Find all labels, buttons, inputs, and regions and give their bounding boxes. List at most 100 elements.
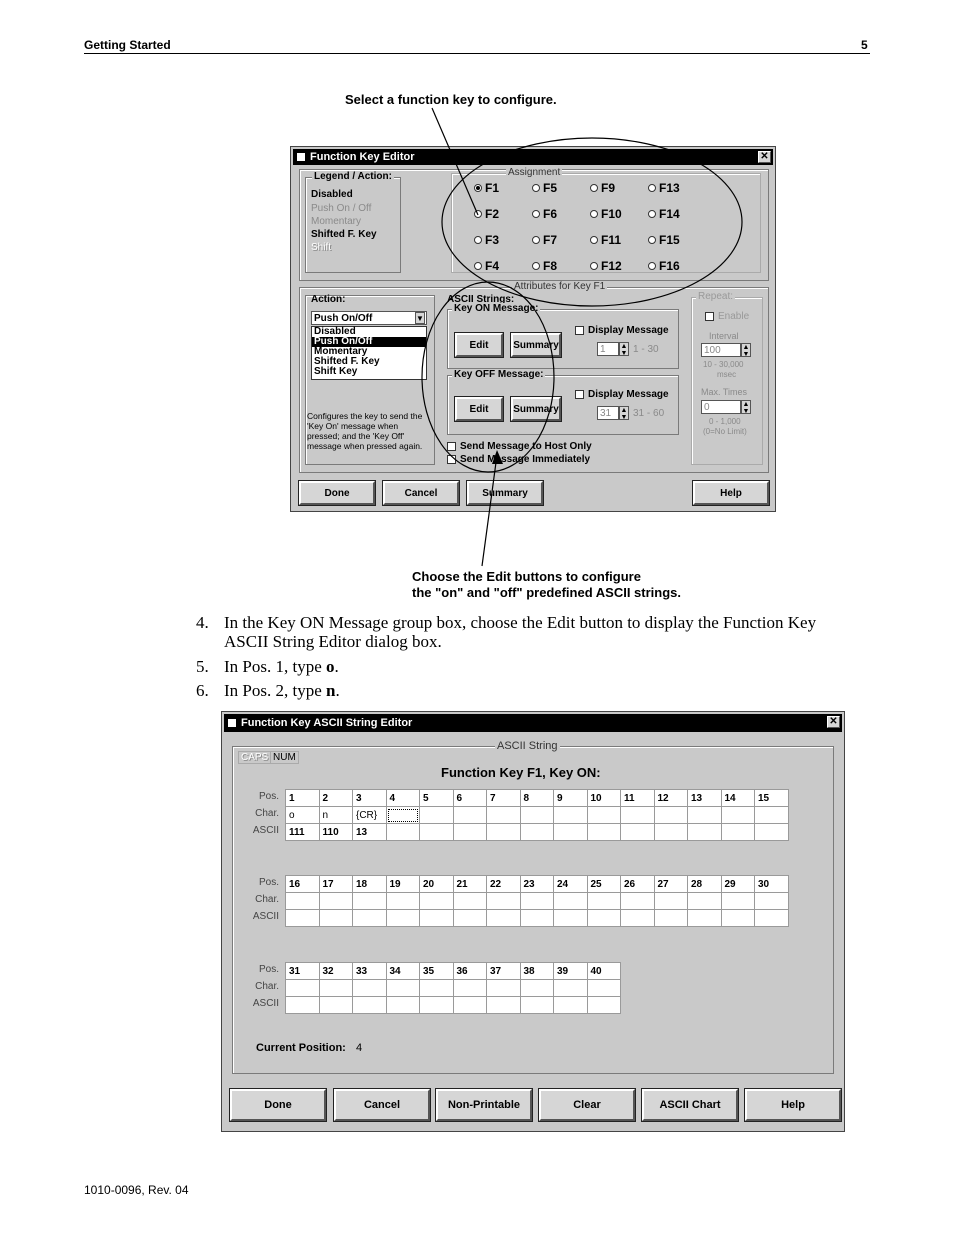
char-cell[interactable]	[385, 979, 420, 997]
char-cell[interactable]: {CR}	[352, 806, 387, 824]
clear-button[interactable]: Clear	[538, 1088, 636, 1122]
char-cell[interactable]	[553, 979, 588, 997]
char-cell[interactable]	[687, 806, 722, 824]
key-radio-f11[interactable]: F11	[590, 233, 621, 247]
spinner-icon[interactable]: ▲ ▼	[619, 406, 629, 421]
key-radio-f6[interactable]: F6	[532, 207, 557, 221]
key-radio-f14[interactable]: F14	[648, 207, 680, 221]
action-dropdown-list[interactable]: Disabled Push On/Off Momentary Shifted F…	[311, 326, 427, 380]
char-cell[interactable]	[720, 892, 755, 910]
radio-dot[interactable]	[474, 262, 482, 270]
key-radio-f15[interactable]: F15	[648, 233, 680, 247]
radio-dot[interactable]	[532, 236, 540, 244]
char-cell[interactable]	[419, 979, 454, 997]
checkbox-box[interactable]	[575, 390, 584, 399]
ase-done-button[interactable]: Done	[229, 1088, 327, 1122]
send-immediately-checkbox[interactable]: Send Message Immediately	[447, 454, 590, 465]
key-radio-f7[interactable]: F7	[532, 233, 557, 247]
ase-help-button[interactable]: Help	[744, 1088, 842, 1122]
char-cell[interactable]	[486, 979, 521, 997]
ascii-chart-button[interactable]: ASCII Chart	[641, 1088, 739, 1122]
char-cell[interactable]	[419, 806, 454, 824]
radio-dot[interactable]	[590, 236, 598, 244]
max-times-input[interactable]: 0	[701, 400, 741, 414]
key-off-display-input[interactable]: 31	[597, 406, 619, 420]
char-cell[interactable]	[385, 806, 420, 824]
char-cell[interactable]	[519, 806, 554, 824]
char-cell[interactable]: o	[285, 806, 320, 824]
radio-dot[interactable]	[532, 262, 540, 270]
radio-dot[interactable]	[474, 184, 482, 192]
key-radio-f5[interactable]: F5	[532, 181, 557, 195]
checkbox-box[interactable]	[447, 442, 456, 451]
char-cell[interactable]	[553, 806, 588, 824]
key-on-edit-button[interactable]: Edit	[454, 332, 504, 358]
radio-dot[interactable]	[590, 210, 598, 218]
radio-dot[interactable]	[648, 184, 656, 192]
key-radio-f12[interactable]: F12	[590, 259, 622, 273]
spinner-icon[interactable]: ▲ ▼	[619, 342, 629, 357]
checkbox-box[interactable]	[575, 326, 584, 335]
char-cell[interactable]	[620, 892, 655, 910]
summary-button[interactable]: Summary	[466, 480, 544, 506]
char-cell[interactable]	[586, 892, 621, 910]
key-off-edit-button[interactable]: Edit	[454, 396, 504, 422]
send-host-only-checkbox[interactable]: Send Message to Host Only	[447, 441, 592, 452]
char-cell[interactable]	[653, 806, 688, 824]
radio-dot[interactable]	[590, 262, 598, 270]
char-cell[interactable]	[754, 806, 789, 824]
spinner-icon[interactable]: ▲ ▼	[741, 343, 751, 358]
radio-dot[interactable]	[474, 236, 482, 244]
key-radio-f1[interactable]: F1	[474, 181, 499, 195]
char-cell[interactable]	[318, 979, 353, 997]
char-cell[interactable]	[519, 892, 554, 910]
key-radio-f16[interactable]: F16	[648, 259, 680, 273]
action-select[interactable]: Push On/Off	[311, 311, 427, 325]
char-cell[interactable]	[553, 892, 588, 910]
key-radio-f8[interactable]: F8	[532, 259, 557, 273]
char-cell[interactable]	[352, 892, 387, 910]
char-cell[interactable]	[419, 892, 454, 910]
checkbox-box[interactable]	[705, 312, 714, 321]
char-cell[interactable]	[720, 806, 755, 824]
close-icon[interactable]: ✕	[758, 151, 771, 163]
key-radio-f4[interactable]: F4	[474, 259, 499, 273]
interval-input[interactable]: 100	[701, 343, 741, 357]
key-radio-f13[interactable]: F13	[648, 181, 680, 195]
char-cell[interactable]	[620, 806, 655, 824]
repeat-enable-checkbox[interactable]: Enable	[705, 311, 749, 322]
spinner-icon[interactable]: ▲ ▼	[741, 400, 751, 415]
char-cell[interactable]	[452, 892, 487, 910]
char-cell[interactable]	[486, 806, 521, 824]
key-radio-f10[interactable]: F10	[590, 207, 622, 221]
chevron-down-icon[interactable]: ▼	[415, 312, 425, 324]
checkbox-box[interactable]	[447, 455, 456, 464]
radio-dot[interactable]	[532, 210, 540, 218]
key-radio-f2[interactable]: F2	[474, 207, 499, 221]
non-printable-button[interactable]: Non-Printable	[435, 1088, 533, 1122]
char-cell[interactable]: n	[318, 806, 353, 824]
key-radio-f3[interactable]: F3	[474, 233, 499, 247]
char-cell[interactable]	[486, 892, 521, 910]
cancel-button[interactable]: Cancel	[382, 480, 460, 506]
action-option[interactable]: Shift Key	[312, 367, 426, 377]
char-cell[interactable]	[285, 979, 320, 997]
char-cell[interactable]	[754, 892, 789, 910]
key-radio-f9[interactable]: F9	[590, 181, 615, 195]
key-on-display-input[interactable]: 1	[597, 342, 619, 356]
ase-cancel-button[interactable]: Cancel	[333, 1088, 431, 1122]
char-cell[interactable]	[586, 806, 621, 824]
close-icon[interactable]: ✕	[827, 716, 840, 728]
done-button[interactable]: Done	[298, 480, 376, 506]
char-cell[interactable]	[352, 979, 387, 997]
radio-dot[interactable]	[648, 262, 656, 270]
key-off-display-checkbox[interactable]: Display Message	[575, 389, 669, 400]
help-button[interactable]: Help	[692, 480, 770, 506]
key-on-summary-button[interactable]: Summary	[510, 332, 562, 358]
radio-dot[interactable]	[648, 236, 656, 244]
key-on-display-checkbox[interactable]: Display Message	[575, 325, 669, 336]
char-cell[interactable]	[318, 892, 353, 910]
radio-dot[interactable]	[648, 210, 656, 218]
char-cell[interactable]	[452, 979, 487, 997]
char-cell[interactable]	[385, 892, 420, 910]
